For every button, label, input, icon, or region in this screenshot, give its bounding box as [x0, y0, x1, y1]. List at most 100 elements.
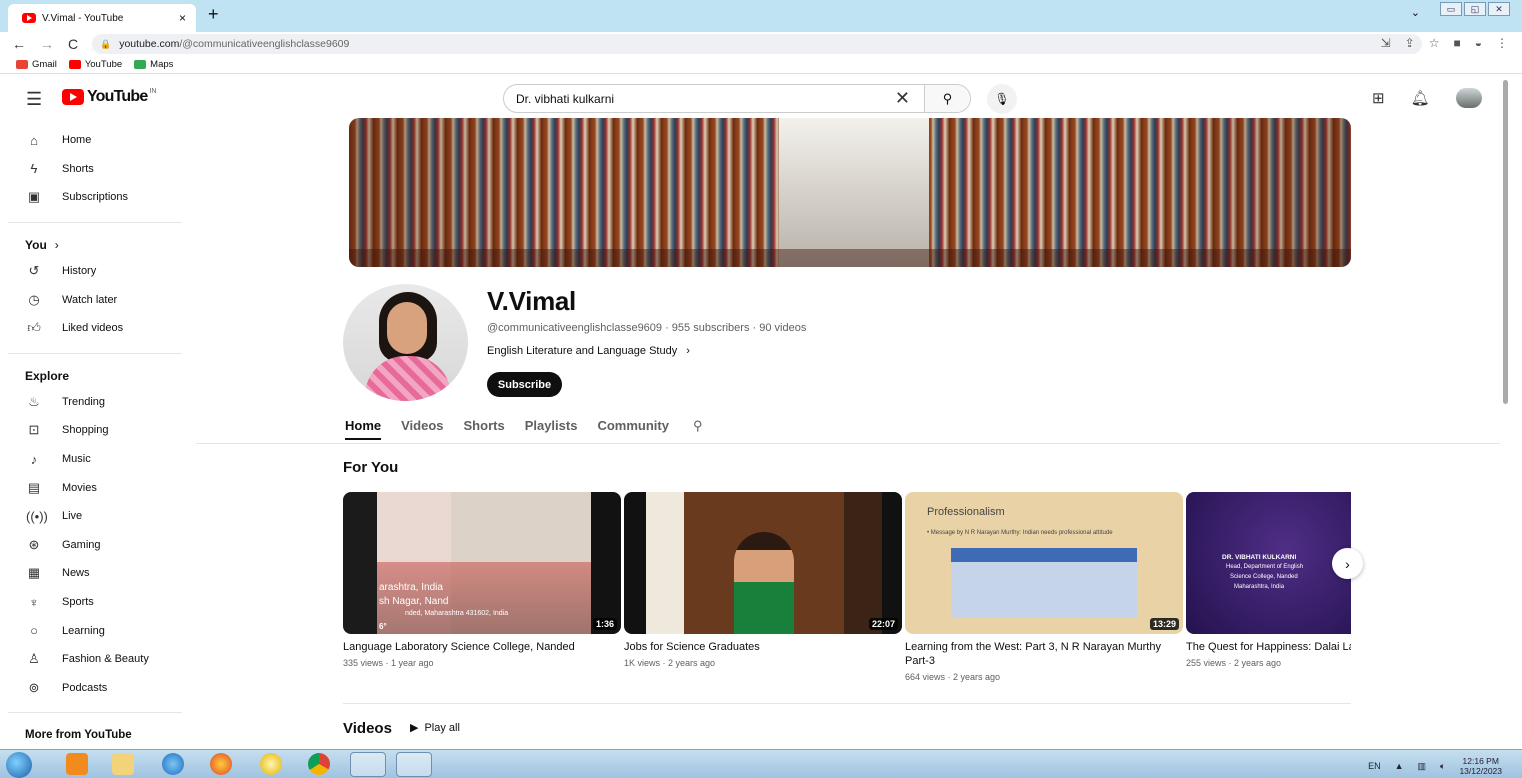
volume-icon[interactable]: 🔈︎	[1440, 761, 1445, 772]
search-input[interactable]	[516, 91, 895, 106]
sidebar-item-liked-videos[interactable]: 👍︎ Liked videos	[0, 314, 190, 343]
minimize-button[interactable]: ▭	[1440, 2, 1462, 16]
search-button[interactable]: ⚲	[924, 85, 970, 112]
banner-floor	[349, 249, 1351, 267]
media-app-icon[interactable]	[66, 753, 88, 775]
sidebar-item-shopping[interactable]: ⊡ Shopping	[0, 416, 190, 445]
tabs-divider	[196, 443, 1500, 444]
video-thumbnail[interactable]: 22:07	[624, 492, 902, 634]
tab-playlists[interactable]: Playlists	[525, 418, 578, 440]
side-panel-icon[interactable]: ■	[1454, 36, 1461, 50]
browser-menu-icon[interactable]: ⋮	[1496, 36, 1508, 50]
tab-videos[interactable]: Videos	[401, 418, 443, 440]
sidebar-item-shorts[interactable]: ϟ Shorts	[0, 155, 190, 184]
channel-search-icon[interactable]: ⚲	[693, 418, 703, 440]
chrome-active-icon[interactable]	[350, 752, 386, 777]
sidebar-item-movies[interactable]: ▤ Movies	[0, 473, 190, 502]
sidebar-item-live[interactable]: ((•)) Live	[0, 502, 190, 531]
media-disc-icon[interactable]	[260, 753, 282, 775]
firefox-icon[interactable]	[210, 753, 232, 775]
channel-avatar[interactable]	[343, 284, 468, 401]
sidebar-item-fashion[interactable]: ♙ Fashion & Beauty	[0, 645, 190, 674]
sidebar-item-sports[interactable]: ♆ Sports	[0, 588, 190, 617]
video-thumbnail[interactable]: Professionalism • Message by N R Narayan…	[905, 492, 1183, 634]
video-duration: 22:07	[868, 618, 898, 630]
back-arrow-icon[interactable]: ←	[12, 36, 26, 52]
share-icon[interactable]: ⇪	[1405, 36, 1415, 50]
video-card[interactable]: DR. VIBHATI KULKARNI Head, Department of…	[1186, 492, 1351, 668]
sidebar-item-gaming[interactable]: ⊛ Gaming	[0, 531, 190, 560]
sidebar-you-heading[interactable]: You ›	[0, 233, 190, 257]
thumb-slide-bullet: • Message by N R Narayan Murthy: Indian …	[927, 530, 1113, 536]
network-icon[interactable]: ▥	[1418, 761, 1427, 772]
reload-icon[interactable]: C	[68, 36, 82, 52]
browser-tab-strip: V.Vimal - YouTube × + ⌄ ▭ ◱ ✕	[0, 0, 1522, 32]
sidebar-item-watch-later[interactable]: ◷ Watch later	[0, 285, 190, 314]
sidebar-item-music[interactable]: ♪ Music	[0, 445, 190, 474]
sidebar-divider	[8, 712, 182, 714]
sidebar-item-news[interactable]: ▦ News	[0, 559, 190, 588]
tray-expand-icon[interactable]: ▲	[1395, 761, 1404, 771]
video-thumbnail[interactable]: arashtra, India sh Nagar, Nand nded, Mah…	[343, 492, 621, 634]
bookmark-maps[interactable]: Maps	[134, 59, 173, 70]
video-duration: 1:36	[592, 618, 617, 630]
create-video-icon[interactable]: ⊞	[1372, 89, 1385, 107]
youtube-logo[interactable]: YouTube IN	[62, 88, 156, 106]
sidebar-item-learning[interactable]: ○ Learning	[0, 616, 190, 645]
sidebar-item-history[interactable]: ↺ History	[0, 257, 190, 286]
word-icon[interactable]	[396, 752, 432, 777]
video-title[interactable]: Language Laboratory Science College, Nan…	[343, 640, 621, 654]
thumb-slide-title: Professionalism	[927, 506, 1005, 518]
sidebar-item-subscriptions[interactable]: ▣ Subscriptions	[0, 183, 190, 212]
video-card[interactable]: Professionalism • Message by N R Narayan…	[905, 492, 1183, 682]
new-tab-button[interactable]: +	[208, 4, 219, 25]
sidebar-item-podcasts[interactable]: ⊚ Podcasts	[0, 674, 190, 703]
tab-shorts[interactable]: Shorts	[464, 418, 505, 440]
video-title[interactable]: Learning from the West: Part 3, N R Nara…	[905, 640, 1167, 668]
internet-explorer-icon[interactable]	[162, 753, 184, 775]
voice-search-button[interactable]: 🎙	[987, 84, 1017, 114]
video-card[interactable]: arashtra, India sh Nagar, Nand nded, Mah…	[343, 492, 621, 668]
bookmark-gmail[interactable]: Gmail	[16, 59, 57, 70]
subscribe-button[interactable]: Subscribe	[487, 372, 562, 397]
video-card[interactable]: 22:07 Jobs for Science Graduates 1K view…	[624, 492, 902, 668]
video-title[interactable]: Jobs for Science Graduates	[624, 640, 902, 654]
avatar-dress	[365, 356, 451, 401]
notifications-bell-icon[interactable]: 🔔︎	[1411, 89, 1430, 107]
close-window-button[interactable]: ✕	[1488, 2, 1510, 16]
forward-arrow-icon[interactable]: →	[40, 36, 54, 52]
hamburger-menu-icon[interactable]: ☰	[26, 89, 42, 110]
sidebar-item-label: Live	[62, 510, 83, 523]
carousel-next-button[interactable]: ›	[1332, 548, 1363, 579]
video-thumbnail[interactable]: DR. VIBHATI KULKARNI Head, Department of…	[1186, 492, 1351, 634]
profile-icon[interactable]: ◒	[1475, 36, 1482, 50]
tab-community[interactable]: Community	[597, 418, 669, 440]
tab-search-chevron-icon[interactable]: ⌄	[1411, 6, 1420, 19]
sidebar-item-label: News	[62, 567, 90, 580]
sidebar-divider	[8, 352, 182, 354]
maximize-button[interactable]: ◱	[1464, 2, 1486, 16]
account-avatar[interactable]	[1455, 88, 1482, 108]
sidebar-item-trending[interactable]: ♨ Trending	[0, 388, 190, 417]
sidebar-item-label: Home	[62, 134, 92, 147]
play-all-button[interactable]: ▶ Play all	[410, 721, 460, 735]
file-explorer-icon[interactable]	[112, 753, 134, 775]
music-icon: ♪	[30, 451, 38, 467]
start-button[interactable]	[6, 752, 32, 778]
browser-tab[interactable]: V.Vimal - YouTube ×	[8, 4, 196, 32]
clock[interactable]: 12:16 PM 13/12/2023	[1459, 756, 1502, 776]
section-divider	[343, 703, 1351, 704]
clear-search-icon[interactable]: ✕	[895, 88, 910, 109]
tab-close-icon[interactable]: ×	[179, 11, 186, 25]
language-indicator[interactable]: EN	[1368, 761, 1381, 771]
sidebar-item-home[interactable]: ⌂ Home	[0, 126, 190, 155]
chrome-icon[interactable]	[308, 753, 330, 775]
channel-description-link[interactable]: English Literature and Language Study ›	[487, 345, 690, 357]
install-icon[interactable]: ⇲	[1381, 36, 1391, 50]
video-title[interactable]: The Quest for Happiness: Dalai Lama	[1186, 640, 1351, 654]
bookmark-youtube[interactable]: YouTube	[68, 59, 122, 70]
url-field[interactable]: 🔒 youtube.com /@communicativeenglishclas…	[92, 34, 1422, 54]
page-scrollbar[interactable]	[1503, 80, 1508, 404]
bookmark-star-icon[interactable]: ☆	[1429, 36, 1440, 50]
tab-home[interactable]: Home	[345, 418, 382, 440]
